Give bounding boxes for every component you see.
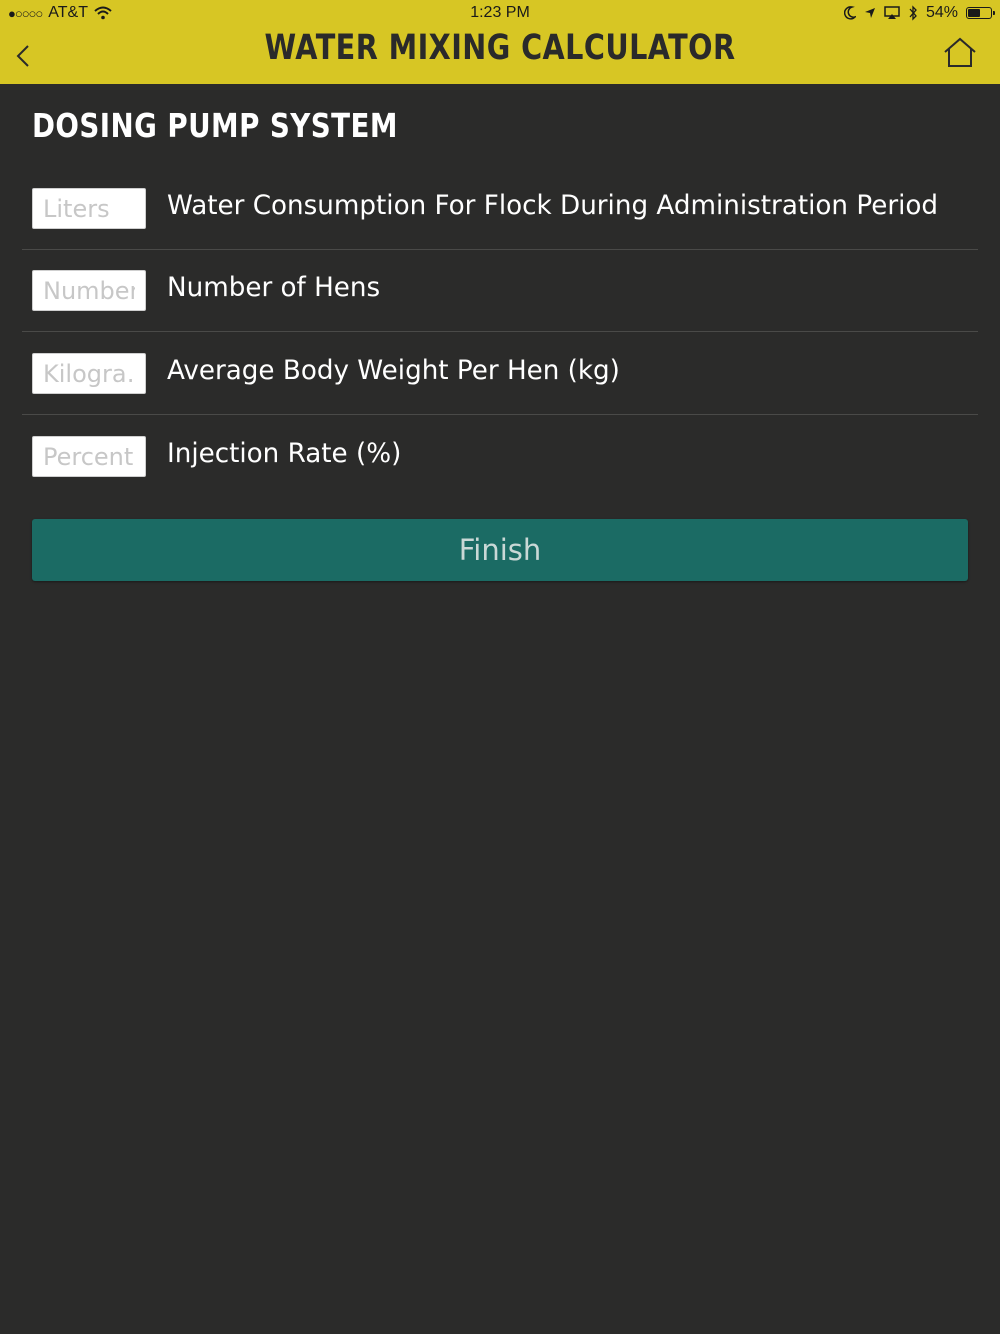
injection-rate-label: Injection Rate (%) [167,438,402,469]
body-weight-input[interactable] [32,353,146,394]
battery-icon [966,7,995,19]
finish-button[interactable]: Finish [32,519,968,581]
home-icon [944,37,976,67]
form-row-injection-rate: Injection Rate (%) [22,416,978,498]
form-row-body-weight: Average Body Weight Per Hen (kg) [22,333,978,415]
chevron-left-icon [16,45,29,67]
back-button[interactable] [10,40,38,72]
number-of-hens-input[interactable] [32,270,146,311]
form-row-number-of-hens: Number of Hens [22,250,978,332]
status-right: 54% [843,4,995,22]
app-title: WATER MIXING CALCULATOR [264,28,736,68]
water-consumption-label: Water Consumption For Flock During Admin… [167,190,939,221]
battery-percent: 54% [925,4,958,21]
app-screen: ●○○○○ AT&T 1:23 PM 54% WATER MIXING CALC… [0,0,1000,1334]
airplay-icon [884,6,900,19]
location-arrow-icon [864,8,875,18]
injection-rate-input[interactable] [32,436,146,477]
section-title: DOSING PUMP SYSTEM [32,106,398,145]
number-of-hens-label: Number of Hens [167,272,381,303]
battery-level-fill [968,9,980,17]
home-button[interactable] [942,36,978,70]
status-bar: ●○○○○ AT&T 1:23 PM 54% [0,0,1000,28]
header-bar: ●○○○○ AT&T 1:23 PM 54% WATER MIXING CALC… [0,0,1000,84]
bluetooth-icon [909,5,917,21]
water-consumption-input[interactable] [32,188,146,229]
body-weight-label: Average Body Weight Per Hen (kg) [167,355,620,386]
form-row-water-consumption: Water Consumption For Flock During Admin… [22,168,978,250]
moon-icon [843,6,856,20]
